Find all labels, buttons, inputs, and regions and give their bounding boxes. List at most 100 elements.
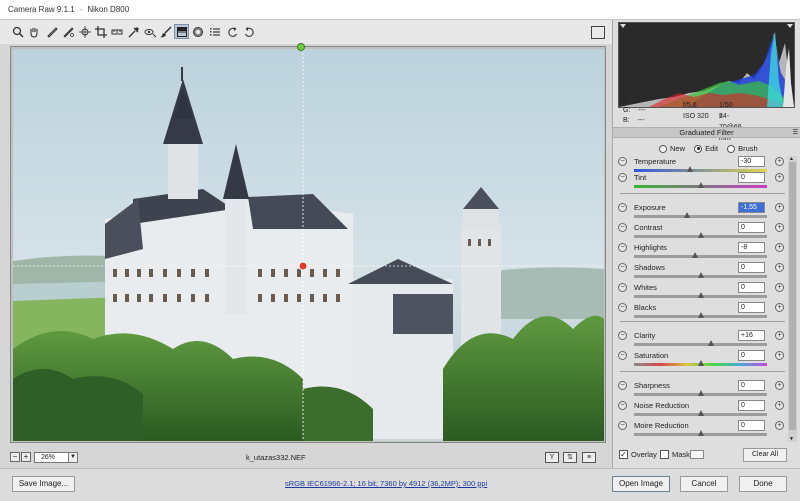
- decrease-icon[interactable]: −: [618, 243, 627, 252]
- adjustment-value-field[interactable]: -8: [738, 242, 765, 253]
- decrease-icon[interactable]: −: [618, 283, 627, 292]
- adjustment-value-field[interactable]: 0: [738, 172, 765, 183]
- decrease-icon[interactable]: −: [618, 331, 627, 340]
- adjustment-value-field[interactable]: 0: [738, 262, 765, 273]
- fullscreen-icon[interactable]: [591, 26, 605, 39]
- slider-knob[interactable]: [697, 430, 704, 436]
- slider-track[interactable]: [634, 255, 767, 258]
- adjustment-value-field[interactable]: 0: [738, 222, 765, 233]
- increase-icon[interactable]: +: [775, 243, 784, 252]
- filter-top-pin[interactable]: [297, 43, 305, 51]
- decrease-icon[interactable]: −: [618, 263, 627, 272]
- adjustment-value-field[interactable]: 0: [738, 380, 765, 391]
- adjustment-value-field[interactable]: 0: [738, 302, 765, 313]
- slider-knob[interactable]: [697, 410, 704, 416]
- adjustment-value-field[interactable]: -1,55: [738, 202, 765, 213]
- slider-knob[interactable]: [697, 292, 704, 298]
- slider-knob[interactable]: [708, 340, 715, 346]
- increase-icon[interactable]: +: [775, 331, 784, 340]
- increase-icon[interactable]: +: [775, 381, 784, 390]
- straighten-icon[interactable]: [109, 24, 124, 39]
- decrease-icon[interactable]: −: [618, 223, 627, 232]
- slider-knob[interactable]: [692, 252, 699, 258]
- decrease-icon[interactable]: −: [618, 203, 627, 212]
- adjustment-value-field[interactable]: 0: [738, 400, 765, 411]
- increase-icon[interactable]: +: [775, 401, 784, 410]
- spot-removal-icon[interactable]: [126, 24, 141, 39]
- adjustment-value-field[interactable]: -30: [738, 156, 765, 167]
- rotate-ccw-icon[interactable]: [225, 24, 240, 39]
- slider-track[interactable]: [634, 215, 767, 218]
- scroll-down-icon[interactable]: ▼: [789, 436, 794, 442]
- graduated-filter-icon[interactable]: [174, 24, 189, 39]
- mode-brush[interactable]: Brush: [727, 144, 758, 153]
- slider-knob[interactable]: [697, 232, 704, 238]
- slider-knob[interactable]: [697, 360, 704, 366]
- decrease-icon[interactable]: −: [618, 401, 627, 410]
- red-eye-icon[interactable]: [142, 24, 157, 39]
- slider-knob[interactable]: [697, 182, 704, 188]
- decrease-icon[interactable]: −: [618, 351, 627, 360]
- zoom-in-button[interactable]: +: [21, 452, 31, 462]
- increase-icon[interactable]: +: [775, 173, 784, 182]
- adjustment-value-field[interactable]: 0: [738, 282, 765, 293]
- decrease-icon[interactable]: −: [618, 157, 627, 166]
- adjustment-label: Moire Reduction: [634, 421, 689, 430]
- decrease-icon[interactable]: −: [618, 173, 627, 182]
- panel-scrollbar[interactable]: ▲ ▼: [788, 156, 797, 442]
- increase-icon[interactable]: +: [775, 203, 784, 212]
- mask-color-swatch[interactable]: [690, 450, 704, 459]
- overlay-checkbox[interactable]: ✓: [619, 450, 628, 459]
- filter-center-pin[interactable]: [298, 261, 308, 271]
- compare-icon[interactable]: ⇅: [563, 452, 577, 463]
- increase-icon[interactable]: +: [775, 303, 784, 312]
- slider-knob[interactable]: [697, 390, 704, 396]
- slider-knob[interactable]: [697, 272, 704, 278]
- zoom-icon[interactable]: [10, 24, 25, 39]
- slider-knob[interactable]: [684, 212, 691, 218]
- panel-menu-icon[interactable]: ☰: [793, 128, 798, 138]
- increase-icon[interactable]: +: [775, 351, 784, 360]
- aperture: f/5,6: [683, 102, 697, 109]
- workflow-options-link[interactable]: sRGB IEC61966-2.1; 16 bit; 7360 by 4912 …: [285, 479, 487, 488]
- adjustment-row-exposure: − Exposure -1,55 +: [616, 202, 787, 222]
- zoom-out-button[interactable]: −: [10, 452, 20, 462]
- done-button[interactable]: Done: [739, 476, 787, 492]
- scroll-thumb[interactable]: [789, 162, 796, 430]
- zoom-dropdown[interactable]: ▼: [68, 452, 78, 463]
- increase-icon[interactable]: +: [775, 157, 784, 166]
- preferences-icon[interactable]: [207, 24, 222, 39]
- clear-all-button[interactable]: Clear All: [743, 448, 787, 462]
- preview-settings-icon[interactable]: ≡: [582, 452, 596, 463]
- footer-bar: Save Image... sRGB IEC61966-2.1; 16 bit;…: [0, 468, 800, 501]
- increase-icon[interactable]: +: [775, 223, 784, 232]
- decrease-icon[interactable]: −: [618, 303, 627, 312]
- before-after-icon[interactable]: Y: [545, 452, 559, 463]
- increase-icon[interactable]: +: [775, 421, 784, 430]
- decrease-icon[interactable]: −: [618, 421, 627, 430]
- crop-icon[interactable]: [93, 24, 108, 39]
- hand-icon[interactable]: [26, 24, 41, 39]
- targeted-adjustment-icon[interactable]: [77, 24, 92, 39]
- radial-filter-icon[interactable]: [190, 24, 205, 39]
- rotate-cw-icon[interactable]: [241, 24, 256, 39]
- color-sampler-icon[interactable]: [60, 24, 75, 39]
- open-image-button[interactable]: Open Image: [612, 476, 670, 492]
- cancel-button[interactable]: Cancel: [680, 476, 728, 492]
- increase-icon[interactable]: +: [775, 263, 784, 272]
- adjustment-list: − Temperature -30 + − Tint 0 + − Exposure -1,55 + − C…: [616, 156, 787, 442]
- image-canvas[interactable]: [10, 46, 606, 443]
- mode-new[interactable]: New: [659, 144, 685, 153]
- slider-knob[interactable]: [697, 312, 704, 318]
- save-image-button[interactable]: Save Image...: [12, 476, 75, 492]
- mask-checkbox[interactable]: [660, 450, 669, 459]
- white-balance-icon[interactable]: [44, 24, 59, 39]
- slider-track[interactable]: [634, 343, 767, 346]
- mode-edit[interactable]: Edit: [694, 144, 718, 153]
- adjustment-value-field[interactable]: 0: [738, 420, 765, 431]
- adjustment-brush-icon[interactable]: [158, 24, 173, 39]
- adjustment-value-field[interactable]: 0: [738, 350, 765, 361]
- adjustment-value-field[interactable]: +16: [738, 330, 765, 341]
- increase-icon[interactable]: +: [775, 283, 784, 292]
- decrease-icon[interactable]: −: [618, 381, 627, 390]
